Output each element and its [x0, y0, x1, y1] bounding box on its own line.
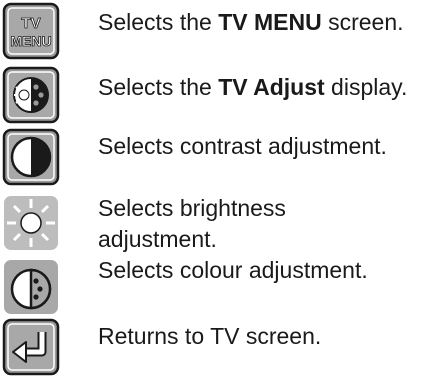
brightness-icon [2, 194, 60, 252]
tv-menu-icon-top-text: TV [21, 15, 40, 32]
return-description: Returns to TV screen. [98, 323, 322, 349]
tv-adjust-description: Selects the TV Adjust display. [98, 72, 407, 103]
brightness-description-line-1: Selects brightness [98, 195, 286, 221]
tv-adjust-icon [2, 66, 60, 124]
tv-adjust-description-pre: Selects the [98, 74, 219, 100]
tv-menu-icon: TV MENU [2, 2, 60, 60]
return-icon [2, 318, 60, 376]
contrast-description: Selects contrast adjustment. [98, 133, 387, 159]
colour-icon [2, 258, 60, 316]
brightness-description: Selects brightness adjustment. [98, 193, 286, 255]
tv-menu-icon-bottom-text: MENU [10, 33, 51, 49]
brightness-description-line-2: adjustment. [98, 226, 217, 252]
tv-menu-description: Selects the TV MENU screen. [98, 7, 404, 38]
tv-menu-description-post: screen. [321, 9, 404, 35]
tv-menu-description-bold: TV MENU [218, 9, 322, 35]
tv-adjust-description-post: display. [324, 74, 408, 100]
tv-menu-description-pre: Selects the [98, 9, 219, 35]
contrast-icon [2, 128, 60, 186]
tv-adjust-description-bold: TV Adjust [218, 74, 325, 100]
colour-description: Selects colour adjustment. [98, 257, 368, 283]
